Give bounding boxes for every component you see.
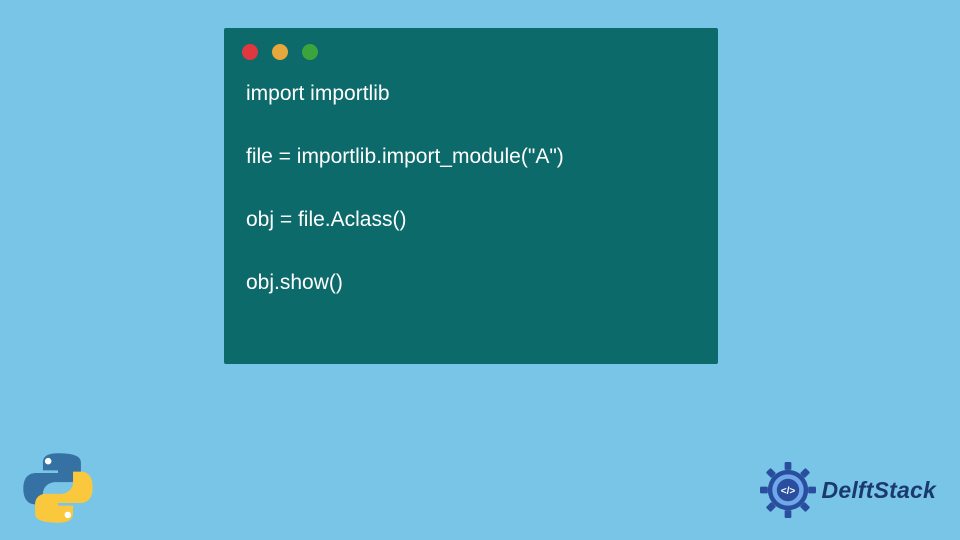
close-icon	[242, 44, 258, 60]
delftstack-label: DelftStack	[822, 477, 936, 504]
code-block: import importlib file = importlib.import…	[224, 70, 718, 319]
code-window: import importlib file = importlib.import…	[224, 28, 718, 364]
svg-text:</>: </>	[780, 486, 795, 497]
window-controls	[224, 28, 718, 70]
python-logo-icon	[22, 452, 94, 524]
delftstack-gear-icon: </>	[760, 462, 816, 518]
delftstack-brand: </> DelftStack	[760, 462, 936, 518]
minimize-icon	[272, 44, 288, 60]
maximize-icon	[302, 44, 318, 60]
